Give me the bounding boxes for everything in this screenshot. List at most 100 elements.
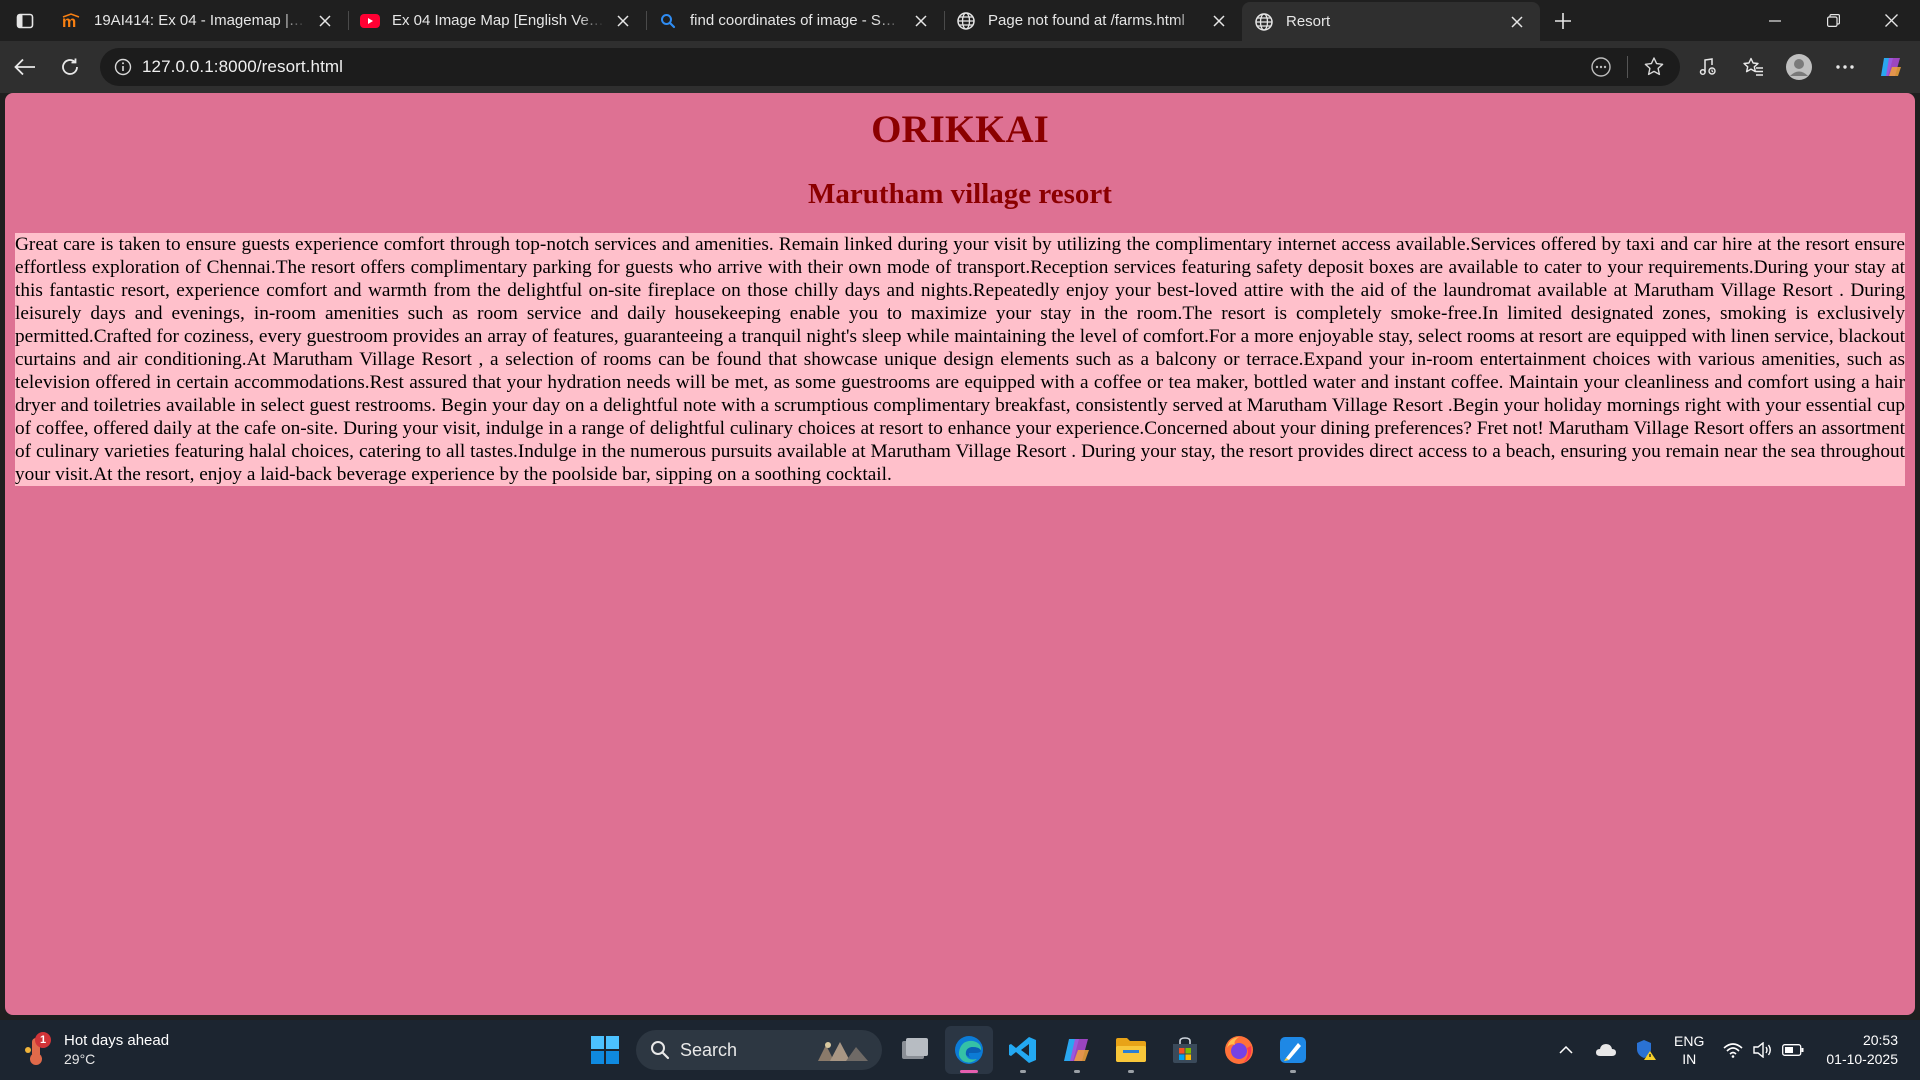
weather-title: Hot days ahead — [64, 1032, 170, 1049]
file-explorer-app[interactable] — [1107, 1026, 1155, 1074]
info-icon — [114, 58, 132, 76]
edge-icon — [955, 1036, 983, 1064]
page-subheading: Marutham village resort — [808, 178, 1112, 210]
url-text[interactable]: 127.0.0.1:8000/resort.html — [142, 57, 343, 77]
search-label: Search — [680, 1039, 738, 1060]
plus-icon — [1555, 12, 1571, 29]
vscode-icon — [1009, 1037, 1036, 1063]
page-heading: ORIKKAI — [871, 108, 1049, 151]
vscode-app[interactable] — [999, 1026, 1047, 1074]
tab-moodle[interactable]: m 19AI414: Ex 04 - Imagemap | SEC — [50, 0, 348, 41]
favorites-button[interactable] — [1732, 47, 1774, 87]
youtube-favicon-icon — [360, 11, 380, 31]
add-favorite-button[interactable] — [1634, 47, 1674, 87]
system-tray: ENG IN 20:53 01-10-2025 — [1546, 1020, 1920, 1080]
tab-close-icon[interactable] — [314, 10, 336, 32]
window-controls — [1746, 0, 1920, 41]
address-bar-actions — [1581, 47, 1674, 87]
tab-close-icon[interactable] — [1506, 11, 1528, 33]
copilot-icon — [1064, 1039, 1089, 1061]
back-button[interactable] — [5, 47, 45, 87]
media-control-button[interactable] — [1686, 47, 1728, 87]
edge-app[interactable] — [945, 1026, 993, 1074]
clock-date: 01-10-2025 — [1826, 1051, 1898, 1067]
taskbar-apps: Search — [578, 1026, 1320, 1074]
language-code: ENG — [1674, 1033, 1705, 1049]
running-indicator — [1128, 1070, 1134, 1073]
volume-button[interactable] — [1748, 1030, 1778, 1070]
address-bar[interactable]: 127.0.0.1:8000/resort.html — [100, 48, 1680, 86]
tab-close-icon[interactable] — [910, 10, 932, 32]
firefox-icon — [1225, 1036, 1253, 1064]
search-highlight-icon — [818, 1042, 868, 1061]
close-icon — [1884, 14, 1898, 27]
minimize-button[interactable] — [1746, 0, 1804, 41]
microsoft-store-app[interactable] — [1161, 1026, 1209, 1074]
chevron-up-icon — [1559, 1046, 1573, 1054]
tab-search[interactable]: find coordinates of image - Search — [646, 0, 944, 41]
ellipsis-icon — [1836, 65, 1854, 69]
wifi-icon — [1723, 1043, 1743, 1058]
taskbar-search[interactable]: Search — [636, 1030, 882, 1070]
settings-and-more-button[interactable] — [1824, 47, 1866, 87]
resort-description-paragraph: Great care is taken to ensure guests exp… — [15, 233, 1905, 486]
page-viewport: ORIKKAI Marutham village resort Great ca… — [5, 93, 1915, 1015]
more-options-circle-icon — [1591, 57, 1611, 77]
show-hidden-icons-button[interactable] — [1546, 1030, 1586, 1070]
tab-youtube[interactable]: Ex 04 Image Map [English Version] — [348, 0, 646, 41]
start-button[interactable] — [581, 1026, 629, 1074]
restore-button[interactable] — [1804, 0, 1862, 41]
restore-icon — [1826, 14, 1840, 27]
tab-close-icon[interactable] — [612, 10, 634, 32]
back-arrow-icon — [14, 58, 35, 76]
copilot-app[interactable] — [1053, 1026, 1101, 1074]
tab-page-not-found[interactable]: Page not found at /farms.html — [944, 0, 1242, 41]
search-icon — [651, 1041, 670, 1060]
folder-icon — [1116, 1038, 1146, 1062]
paint-app[interactable] — [1269, 1026, 1317, 1074]
copilot-button[interactable] — [1870, 47, 1912, 87]
weather-temp: 29°C — [64, 1051, 96, 1067]
windows-taskbar: 1 Hot days ahead 29°C Search ENG IN 20:5… — [0, 1020, 1920, 1080]
star-plus-icon — [1644, 57, 1664, 76]
input-language-button[interactable]: ENG IN — [1674, 1032, 1704, 1068]
cloud-icon — [1596, 1044, 1617, 1056]
close-window-button[interactable] — [1862, 0, 1920, 41]
reading-mode-button[interactable] — [1581, 47, 1621, 87]
battery-icon — [1782, 1044, 1804, 1056]
running-indicator — [1074, 1070, 1080, 1073]
weather-badge: 1 — [35, 1032, 51, 1048]
search-favicon-icon — [658, 11, 678, 31]
firefox-app[interactable] — [1215, 1026, 1263, 1074]
weather-widget[interactable]: 1 Hot days ahead 29°C — [24, 1028, 169, 1072]
music-note-icon — [1699, 58, 1716, 76]
reload-icon — [62, 58, 78, 75]
speaker-icon — [1753, 1042, 1772, 1058]
tab-actions-menu-button[interactable] — [0, 0, 50, 41]
browser-toolbar: 127.0.0.1:8000/resort.html — [0, 41, 1920, 93]
clock-time: 20:53 — [1862, 1032, 1898, 1048]
active-indicator — [960, 1070, 978, 1073]
tab-title: Ex 04 Image Map [English Version] — [392, 12, 604, 29]
task-view-button[interactable] — [891, 1026, 939, 1074]
reload-button[interactable] — [50, 47, 90, 87]
wifi-button[interactable] — [1718, 1030, 1748, 1070]
address-divider — [1627, 56, 1628, 78]
tab-resort[interactable]: Resort — [1242, 2, 1540, 41]
clock-button[interactable]: 20:53 01-10-2025 — [1826, 1031, 1898, 1069]
tab-title: Resort — [1286, 13, 1331, 30]
tab-strip: m 19AI414: Ex 04 - Imagemap | SEC Ex 04 … — [0, 0, 1920, 41]
minimize-icon — [1769, 19, 1781, 22]
new-tab-button[interactable] — [1540, 0, 1586, 41]
paint-icon — [1280, 1037, 1306, 1063]
site-info-button[interactable] — [104, 48, 142, 86]
tab-close-icon[interactable] — [1208, 10, 1230, 32]
windows-security-button[interactable] — [1626, 1030, 1666, 1070]
onedrive-button[interactable] — [1586, 1030, 1626, 1070]
globe-favicon-icon — [956, 11, 976, 31]
running-indicator — [1020, 1070, 1026, 1073]
profile-button[interactable] — [1778, 47, 1820, 87]
battery-button[interactable] — [1778, 1030, 1808, 1070]
task-view-icon — [902, 1038, 928, 1059]
tab-title: find coordinates of image - Search — [690, 12, 902, 29]
